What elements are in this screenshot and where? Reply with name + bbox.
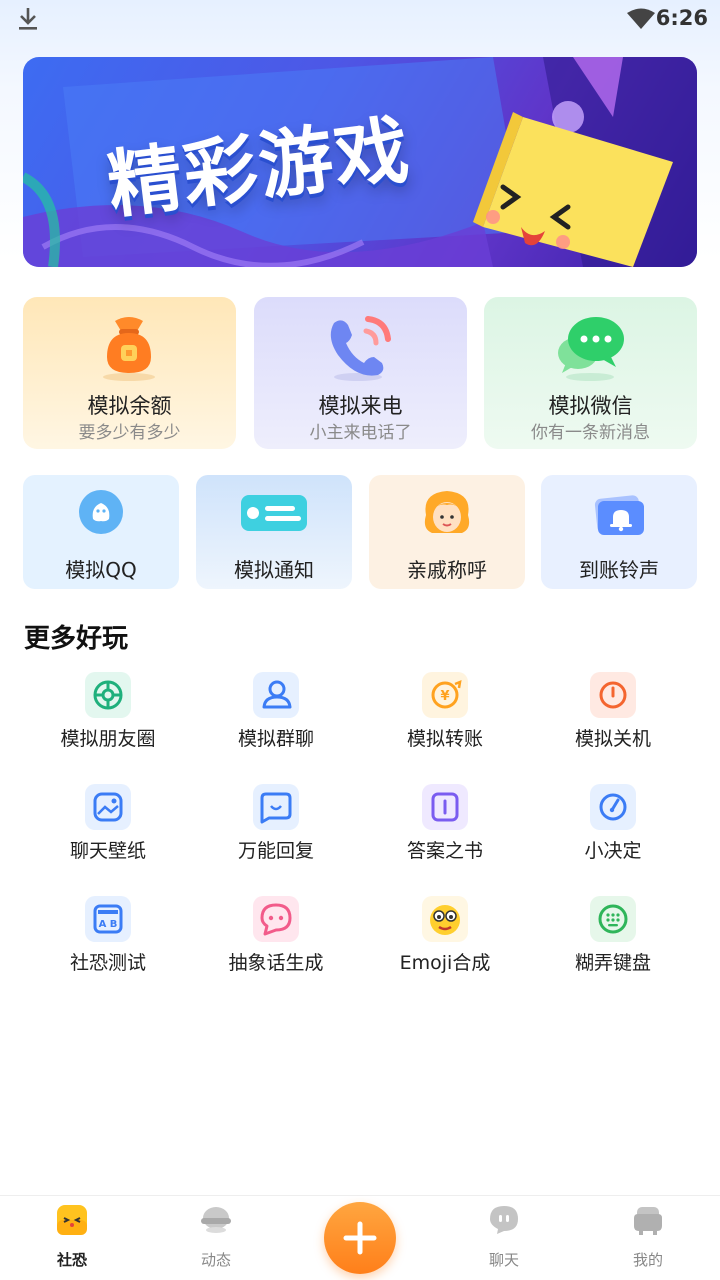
card-title: 模拟QQ	[65, 558, 137, 582]
answer-book-icon	[422, 784, 468, 830]
grid-item-label: 模拟群聊	[237, 728, 314, 750]
nav-item-profile[interactable]: 我的	[598, 1196, 698, 1280]
relative-avatar-icon	[424, 491, 470, 533]
money-bag-icon	[103, 317, 155, 381]
keyboard-icon	[590, 896, 636, 942]
home-face-icon	[57, 1205, 87, 1235]
card-subtitle: 小主来电话了	[309, 423, 412, 443]
grid-item-label: 糊弄键盘	[574, 952, 651, 974]
card-fake-qq[interactable]: 模拟QQ	[23, 475, 179, 589]
card-fake-call[interactable]: 模拟来电 小主来电话了	[254, 297, 467, 449]
download-icon	[19, 8, 37, 30]
power-icon	[590, 672, 636, 718]
card-fake-wechat[interactable]: 模拟微信 你有一条新消息	[484, 297, 697, 449]
grid-item-reply[interactable]: 万能回复	[196, 784, 356, 874]
grid-item-label: 模拟关机	[574, 728, 651, 750]
svg-text:¥: ¥	[440, 689, 449, 704]
grid-item-social-test[interactable]: A B 社恐测试	[28, 896, 188, 986]
card-title: 模拟余额	[87, 394, 172, 418]
grid-item-label: 答案之书	[406, 840, 483, 862]
wallpaper-icon	[85, 784, 131, 830]
grid-item-label: 社恐测试	[69, 952, 146, 974]
wifi-icon	[627, 8, 655, 29]
svg-text:A B: A B	[99, 919, 118, 930]
grid-item-label: 模拟朋友圈	[60, 728, 156, 750]
card-subtitle: 你有一条新消息	[531, 423, 650, 443]
nav-item-feed[interactable]: 动态	[166, 1196, 266, 1280]
card-title: 模拟通知	[234, 558, 314, 582]
add-button[interactable]	[324, 1202, 396, 1274]
grid-item-answer-book[interactable]: 答案之书	[365, 784, 525, 874]
wechat-icon	[558, 317, 624, 381]
card-title: 亲戚称呼	[407, 558, 487, 582]
card-relative-title[interactable]: 亲戚称呼	[369, 475, 525, 589]
status-bar: 6:26	[0, 0, 720, 40]
feed-icon	[201, 1207, 231, 1233]
grid-item-power[interactable]: 模拟关机	[533, 672, 693, 762]
profile-icon	[634, 1207, 662, 1235]
nav-item-chat[interactable]: 聊天	[454, 1196, 554, 1280]
game-banner[interactable]: 精彩游戏	[23, 57, 697, 267]
abstract-talk-icon	[253, 896, 299, 942]
grid-item-decision[interactable]: 小决定	[533, 784, 693, 874]
card-fake-notification[interactable]: 模拟通知	[196, 475, 352, 589]
group-chat-icon	[253, 672, 299, 718]
grid-item-label: 聊天壁纸	[69, 840, 146, 862]
grid-item-label: Emoji合成	[399, 952, 491, 974]
grid-item-moments[interactable]: 模拟朋友圈	[28, 672, 188, 762]
card-title: 到账铃声	[579, 558, 659, 582]
reply-icon	[253, 784, 299, 830]
plus-icon	[343, 1221, 377, 1255]
card-fake-balance[interactable]: 模拟余额 要多少有多少	[23, 297, 236, 449]
grid-item-wallpaper[interactable]: 聊天壁纸	[28, 784, 188, 874]
nav-label: 社恐	[56, 1251, 87, 1269]
bell-icon	[594, 495, 644, 535]
card-subtitle: 要多少有多少	[78, 423, 181, 443]
emoji-mix-icon	[422, 896, 468, 942]
nav-label: 聊天	[488, 1251, 519, 1269]
grid-item-abstract-talk[interactable]: 抽象话生成	[196, 896, 356, 986]
grid-item-label: 万能回复	[237, 840, 314, 862]
nav-label: 动态	[200, 1251, 231, 1269]
grid-item-emoji-mix[interactable]: Emoji合成	[365, 896, 525, 986]
card-title: 模拟微信	[548, 394, 633, 418]
status-time: 6:26	[655, 6, 708, 30]
grid-item-label: 模拟转账	[406, 728, 483, 750]
nav-label: 我的	[632, 1251, 663, 1269]
section-title-more: 更多好玩	[24, 624, 129, 654]
chat-icon	[490, 1206, 518, 1234]
decision-icon	[590, 784, 636, 830]
phone-call-icon	[330, 316, 391, 381]
card-payment-ringtone[interactable]: 到账铃声	[541, 475, 697, 589]
grid-item-transfer[interactable]: ¥ 模拟转账	[365, 672, 525, 762]
social-test-icon: A B	[85, 896, 131, 942]
qq-icon	[79, 490, 123, 534]
grid-item-group-chat[interactable]: 模拟群聊	[196, 672, 356, 762]
grid-item-keyboard[interactable]: 糊弄键盘	[533, 896, 693, 986]
nav-item-home[interactable]: 社恐	[22, 1196, 122, 1280]
moments-icon	[85, 672, 131, 718]
card-title: 模拟来电	[318, 394, 403, 418]
grid-item-label: 小决定	[584, 840, 642, 862]
grid-item-label: 抽象话生成	[228, 952, 324, 974]
transfer-icon: ¥	[422, 672, 468, 718]
notification-icon	[241, 495, 307, 531]
